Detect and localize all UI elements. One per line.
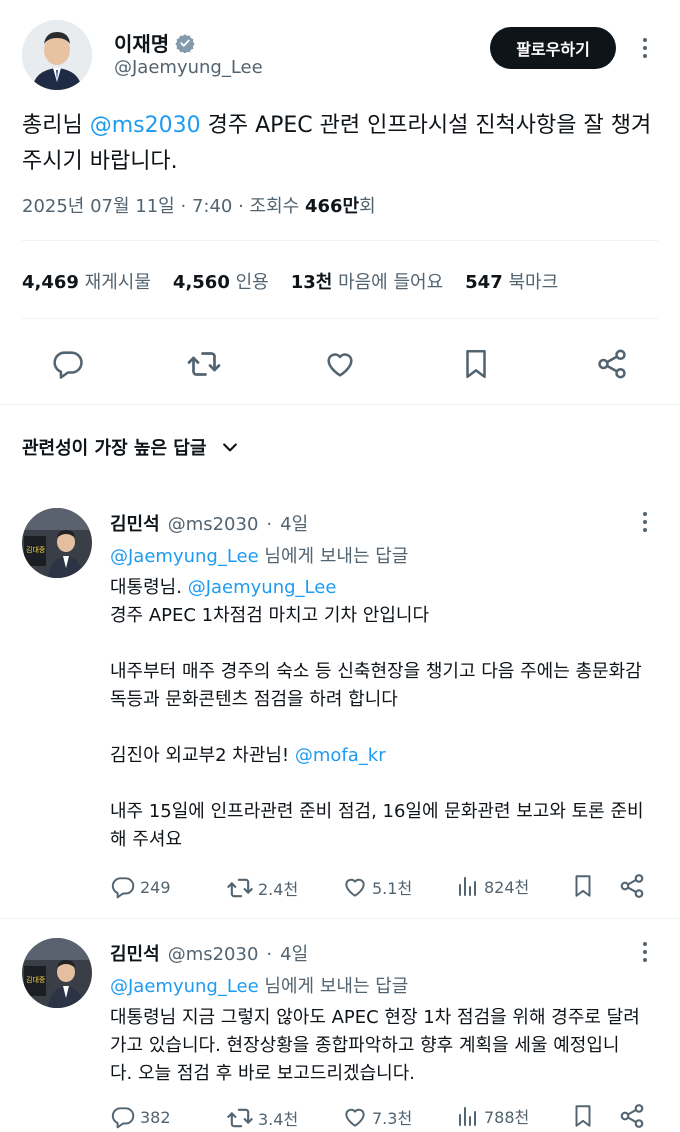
stat-reposts[interactable]: 4,469 재게시물 [22,268,151,294]
views-unit: 회 [359,196,376,217]
reply-icon [110,1104,136,1130]
stat-likes[interactable]: 13천 마음에 들어요 [291,268,443,294]
replying-to-mention[interactable]: @Jaemyung_Lee [110,546,259,567]
post-text: 총리님 @ms2030 경주 APEC 관련 인프라시설 진척사항을 잘 챙겨주… [22,108,658,180]
share-icon[interactable] [618,872,646,900]
divider [22,240,658,241]
reply-age[interactable]: 4일 [280,510,308,536]
reply-icon[interactable] [48,344,88,384]
replying-to: @Jaemyung_Lee 님에게 보내는 답글 [110,546,409,567]
like-icon [342,1104,368,1130]
chevron-down-icon [220,437,240,457]
views-icon [456,1104,480,1128]
like-icon[interactable] [320,344,360,384]
follow-button[interactable]: 팔로우하기 [490,27,616,69]
replying-to: @Jaemyung_Lee 님에게 보내는 답글 [110,976,409,997]
bookmark-icon[interactable] [456,344,496,384]
reply-action-like[interactable]: 7.3천 [342,1104,412,1130]
reply-icon [110,874,136,900]
reply-sort-label: 관련성이 가장 높은 답글 [22,438,207,459]
reply-author-name[interactable]: 김민석 [110,940,160,966]
repost-icon [226,1104,254,1132]
reply-action-like[interactable]: 5.1천 [342,874,412,900]
stats-row: 4,469 재게시물 4,560 인용 13천 마음에 들어요 547 북마크 [22,268,558,294]
reply-action-repost[interactable]: 2.4천 [226,874,298,902]
reply-mention-link[interactable]: @mofa_kr [295,745,386,766]
reply-author-name[interactable]: 김민석 [110,510,160,536]
reply-author-handle[interactable]: @ms2030 [168,514,259,535]
post-text-prefix: 총리님 [22,113,90,138]
author-name[interactable]: 이재명 [114,28,169,57]
follow-button-label: 팔로우하기 [516,40,590,59]
reply-action-reply[interactable]: 382 [110,1104,171,1130]
verified-badge-icon [175,33,195,53]
reply-age[interactable]: 4일 [280,940,308,966]
author-avatar[interactable] [22,20,92,90]
post-time[interactable]: 7:40 [192,196,232,217]
divider [22,318,658,319]
reply-author-handle[interactable]: @ms2030 [168,944,259,965]
svg-text:김대중: 김대중 [26,546,46,554]
reply-text: 대통령님. @Jaemyung_Lee 경주 APEC 1차점검 마치고 기차 … [110,577,644,850]
stat-quotes[interactable]: 4,560 인용 [173,268,269,294]
post-date[interactable]: 2025년 07월 11일 [22,196,175,217]
repost-icon [226,874,254,902]
views-icon [456,874,480,898]
author-handle[interactable]: @Jaemyung_Lee [114,57,263,78]
bookmark-icon[interactable] [570,1102,596,1130]
divider [0,918,680,919]
reply-avatar[interactable]: 김대중 [22,508,92,578]
more-options-icon[interactable] [636,36,654,60]
reply-avatar[interactable]: 김대중 [22,938,92,1008]
reply-sort-dropdown[interactable]: 관련성이 가장 높은 답글 [22,434,240,460]
reply-action-views[interactable]: 824천 [456,874,529,898]
more-options-icon[interactable] [636,940,654,964]
stat-bookmarks[interactable]: 547 북마크 [465,268,558,294]
like-icon [342,874,368,900]
reply-action-repost[interactable]: 3.4천 [226,1104,298,1132]
reply-text: 대통령님 지금 그렇지 않아도 APEC 현장 1차 점검을 위해 경주로 달려… [110,1007,640,1084]
repost-icon[interactable] [184,344,224,384]
svg-text:김대중: 김대중 [26,976,46,984]
replying-to-mention[interactable]: @Jaemyung_Lee [110,976,259,997]
views-value: 466만 [304,196,360,217]
reply-action-views[interactable]: 788천 [456,1104,529,1128]
divider [0,404,680,405]
share-icon[interactable] [592,344,632,384]
reply-mention-link[interactable]: @Jaemyung_Lee [188,577,337,598]
bookmark-icon[interactable] [570,872,596,900]
share-icon[interactable] [618,1102,646,1130]
post-mention-link[interactable]: @ms2030 [90,113,201,138]
more-options-icon[interactable] [636,510,654,534]
views-label: 조회수 [249,196,300,217]
reply-action-reply[interactable]: 249 [110,874,171,900]
post-meta: 2025년 07월 11일 · 7:40 · 조회수 466만회 [22,196,376,217]
